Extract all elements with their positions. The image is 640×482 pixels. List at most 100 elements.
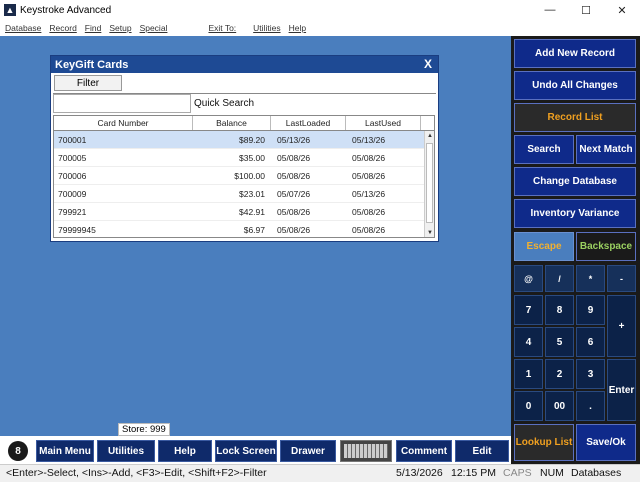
title-bar: ▲ Keystroke Advanced — ☐ ✕ bbox=[0, 0, 640, 20]
table-row[interactable]: 79999945 $6.97 05/08/26 05/08/26 bbox=[54, 221, 434, 237]
status-date: 5/13/2026 bbox=[396, 467, 443, 479]
cell-card-number: 700009 bbox=[58, 189, 87, 199]
table-row[interactable]: 700001 $89.20 05/13/26 05/13/26 bbox=[54, 131, 434, 149]
column-card-number[interactable]: Card Number bbox=[54, 116, 193, 130]
key-00[interactable]: 00 bbox=[545, 391, 574, 421]
undo-all-changes-button[interactable]: Undo All Changes bbox=[514, 71, 636, 100]
record-list-button[interactable]: Record List bbox=[514, 103, 636, 132]
edit-button[interactable]: Edit bbox=[455, 440, 509, 462]
cell-last-loaded: 05/07/26 bbox=[277, 189, 311, 199]
key-8[interactable]: 8 bbox=[545, 295, 574, 325]
column-last-used[interactable]: LastUsed bbox=[346, 116, 421, 130]
keystroke-logo-icon[interactable]: 8 bbox=[8, 441, 28, 461]
cell-last-loaded: 05/08/26 bbox=[277, 153, 311, 163]
keyboard-icon bbox=[344, 444, 388, 458]
main-menu-button[interactable]: Main Menu bbox=[36, 440, 94, 462]
app-logo-icon: ▲ bbox=[4, 4, 16, 16]
cell-last-used: 05/13/26 bbox=[352, 135, 386, 145]
status-context: Databases bbox=[571, 467, 622, 479]
key-7[interactable]: 7 bbox=[514, 295, 543, 325]
cell-card-number: 79999945 bbox=[58, 225, 96, 235]
keygift-cards-dialog: KeyGift Cards X Filter Quick Search Card… bbox=[50, 55, 439, 242]
menu-bar: Database Record Find Setup Special Exit … bbox=[0, 20, 640, 36]
menu-special[interactable]: Special bbox=[140, 23, 168, 33]
menu-help[interactable]: Help bbox=[289, 23, 306, 33]
column-last-loaded[interactable]: LastLoaded bbox=[271, 116, 346, 130]
menu-find[interactable]: Find bbox=[85, 23, 102, 33]
next-match-button[interactable]: Next Match bbox=[576, 135, 636, 164]
cell-balance: $42.91 bbox=[239, 207, 265, 217]
cell-last-used: 05/13/26 bbox=[352, 189, 386, 199]
column-balance[interactable]: Balance bbox=[193, 116, 271, 130]
key-minus[interactable]: - bbox=[607, 265, 636, 292]
cell-last-used: 05/08/26 bbox=[352, 153, 386, 163]
quick-search-input[interactable] bbox=[53, 94, 191, 113]
scroll-down-icon[interactable]: ▼ bbox=[425, 228, 434, 237]
store-tooltip: Store: 999 bbox=[118, 423, 170, 436]
key-9[interactable]: 9 bbox=[576, 295, 605, 325]
drawer-button[interactable]: Drawer bbox=[280, 440, 336, 462]
key-slash[interactable]: / bbox=[545, 265, 574, 292]
table-row[interactable]: 799921 $42.91 05/08/26 05/08/26 bbox=[54, 203, 434, 221]
key-asterisk[interactable]: * bbox=[576, 265, 605, 292]
escape-button[interactable]: Escape bbox=[514, 232, 574, 261]
cell-balance: $6.97 bbox=[243, 225, 265, 235]
key-decimal[interactable]: . bbox=[576, 391, 605, 421]
key-6[interactable]: 6 bbox=[576, 327, 605, 357]
cell-last-loaded: 05/13/26 bbox=[277, 135, 311, 145]
keyboard-button[interactable] bbox=[340, 440, 392, 462]
key-3[interactable]: 3 bbox=[576, 359, 605, 389]
close-icon[interactable]: ✕ bbox=[604, 0, 640, 20]
status-bar: <Enter>-Select, <Ins>-Add, <F3>-Edit, <S… bbox=[0, 464, 640, 482]
cell-card-number: 799921 bbox=[58, 207, 87, 217]
minimize-icon[interactable]: — bbox=[532, 0, 568, 20]
cell-balance: $35.00 bbox=[239, 153, 265, 163]
bottom-toolbar: 8 Main Menu Utilities Help Lock Screen D… bbox=[0, 436, 511, 464]
key-at[interactable]: @ bbox=[514, 265, 543, 292]
utilities-button[interactable]: Utilities bbox=[97, 440, 155, 462]
cell-last-loaded: 05/08/26 bbox=[277, 207, 311, 217]
lookup-list-button[interactable]: Lookup List bbox=[514, 424, 574, 461]
key-1[interactable]: 1 bbox=[514, 359, 543, 389]
menu-setup[interactable]: Setup bbox=[109, 23, 131, 33]
table-row[interactable]: 700006 $100.00 05/08/26 05/08/26 bbox=[54, 167, 434, 185]
key-4[interactable]: 4 bbox=[514, 327, 543, 357]
lock-screen-button[interactable]: Lock Screen bbox=[215, 440, 277, 462]
right-button-panel: Add New Record Undo All Changes Record L… bbox=[511, 36, 640, 464]
maximize-icon[interactable]: ☐ bbox=[568, 0, 604, 20]
menu-utilities[interactable]: Utilities bbox=[253, 23, 280, 33]
key-enter[interactable]: Enter bbox=[607, 359, 636, 421]
menu-database[interactable]: Database bbox=[5, 23, 41, 33]
change-database-button[interactable]: Change Database bbox=[514, 167, 636, 196]
quick-search-row: Quick Search bbox=[53, 93, 436, 113]
filter-button[interactable]: Filter bbox=[54, 75, 122, 91]
save-ok-button[interactable]: Save/Ok bbox=[576, 424, 636, 461]
inventory-variance-button[interactable]: Inventory Variance bbox=[514, 199, 636, 228]
add-new-record-button[interactable]: Add New Record bbox=[514, 39, 636, 68]
cards-table: Card Number Balance LastLoaded LastUsed … bbox=[53, 115, 435, 238]
key-plus[interactable]: + bbox=[607, 295, 636, 357]
help-button[interactable]: Help bbox=[158, 440, 212, 462]
cell-last-used: 05/08/26 bbox=[352, 207, 386, 217]
scroll-thumb[interactable] bbox=[426, 143, 433, 223]
key-5[interactable]: 5 bbox=[545, 327, 574, 357]
table-scrollbar[interactable]: ▲ ▼ bbox=[424, 131, 434, 237]
cell-last-used: 05/08/26 bbox=[352, 171, 386, 181]
search-button[interactable]: Search bbox=[514, 135, 574, 164]
backspace-button[interactable]: Backspace bbox=[576, 232, 636, 261]
cell-last-loaded: 05/08/26 bbox=[277, 225, 311, 235]
scroll-up-icon[interactable]: ▲ bbox=[425, 131, 434, 141]
status-hint: <Enter>-Select, <Ins>-Add, <F3>-Edit, <S… bbox=[6, 467, 267, 479]
menu-record[interactable]: Record bbox=[49, 23, 76, 33]
table-row[interactable]: 700009 $23.01 05/07/26 05/13/26 bbox=[54, 185, 434, 203]
cell-last-used: 05/08/26 bbox=[352, 225, 386, 235]
status-time: 12:15 PM bbox=[451, 467, 496, 479]
menu-exit-to[interactable]: Exit To: bbox=[208, 23, 236, 33]
comment-button[interactable]: Comment bbox=[396, 440, 452, 462]
cell-last-loaded: 05/08/26 bbox=[277, 171, 311, 181]
table-row[interactable]: 700005 $35.00 05/08/26 05/08/26 bbox=[54, 149, 434, 167]
cell-card-number: 700005 bbox=[58, 153, 87, 163]
key-0[interactable]: 0 bbox=[514, 391, 543, 421]
key-2[interactable]: 2 bbox=[545, 359, 574, 389]
dialog-close-button[interactable]: X bbox=[424, 57, 432, 71]
